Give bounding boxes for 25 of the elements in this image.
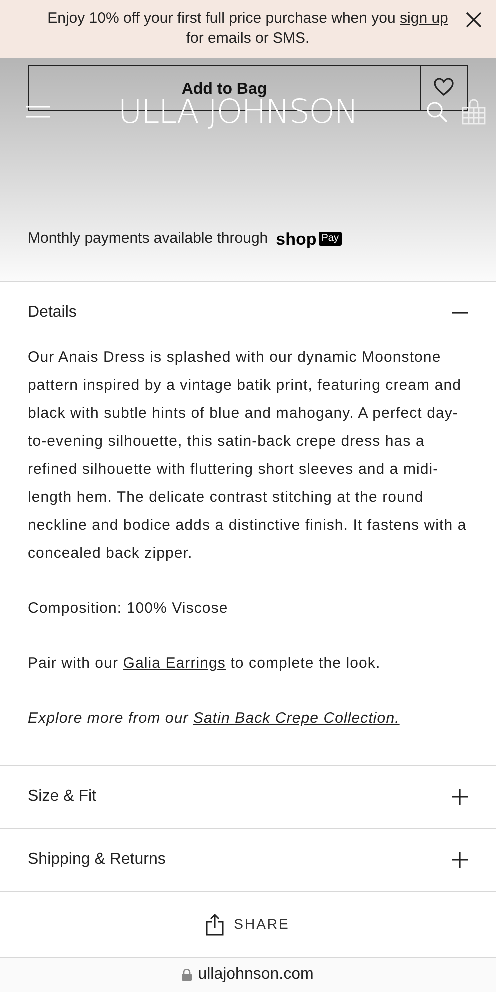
wishlist-button[interactable] (421, 65, 468, 111)
share-button[interactable]: SHARE (206, 914, 290, 936)
url-text[interactable]: ullajohnson.com (198, 963, 314, 987)
accordion-header[interactable]: Size & Fit (0, 766, 496, 828)
payments-note: Monthly payments available through (28, 229, 268, 249)
description-text: Pair with our Galia Earrings to complete the look. (28, 654, 382, 674)
menu-icon[interactable] (26, 105, 50, 119)
promo-message: Enjoy 10% off your first full price purchase when you sign up for emails or SMS. (48, 9, 448, 49)
collection-link[interactable]: Satin Back Crepe Collection. (193, 710, 400, 727)
description-text: Composition: 100% Viscose (28, 599, 230, 619)
search-icon[interactable] (426, 101, 448, 123)
collection-link[interactable]: Galia Earrings (123, 655, 226, 672)
accordion-header[interactable]: Details (0, 282, 496, 344)
lock-icon[interactable] (182, 969, 192, 981)
shop-pay-logo: shop Pay (276, 230, 342, 248)
description-text: Our Anais Dress is splashed with our dynamic Moonstone pattern inspired by a vintage batik print, featuring cream and black with subtle hints of blue and mahogany. A perfect day-to-evening silhouette, this satin-back crepe dress has a refined silhouette with fluttering short sleeves and a midi-length hem. The delicate contrast stitching at the round neckline and bodice adds a distinctive finish. It fastens with a concealed back zipper. (28, 348, 468, 564)
plus-icon[interactable] (452, 789, 468, 805)
accordion-header[interactable]: Shipping & Returns (0, 829, 496, 891)
plus-icon[interactable] (452, 852, 468, 868)
heart-icon[interactable] (434, 78, 454, 96)
close-icon[interactable] (466, 12, 482, 28)
sign-up-link[interactable]: sign up (400, 10, 448, 27)
shopping-bag-icon[interactable] (462, 99, 486, 125)
description-text: Explore more from our Satin Back Crepe Collection. (28, 709, 401, 729)
share-icon[interactable] (206, 914, 224, 936)
